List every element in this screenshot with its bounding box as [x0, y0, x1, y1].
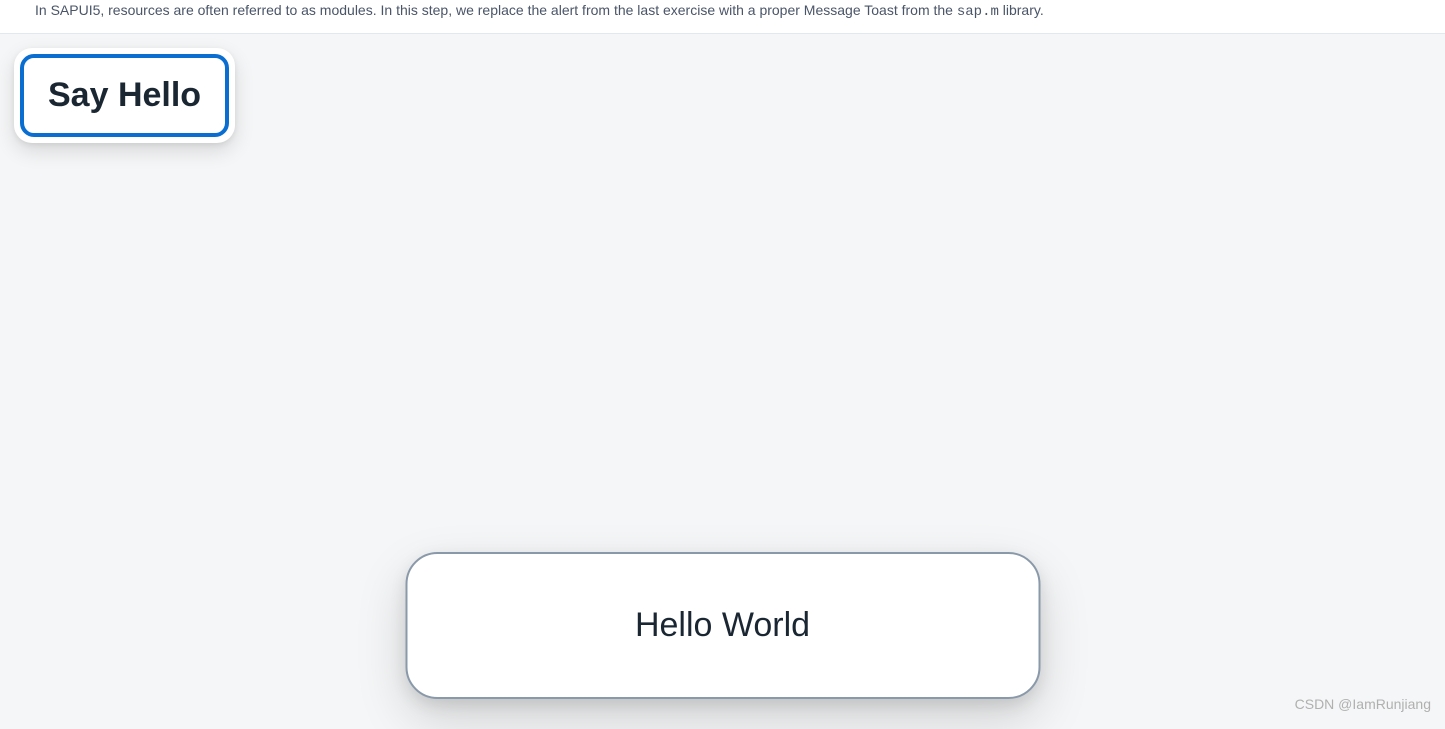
- say-hello-button[interactable]: Say Hello: [20, 54, 229, 137]
- description-suffix: library.: [999, 2, 1044, 18]
- description-code: sap.m: [957, 4, 999, 20]
- watermark: CSDN @IamRunjiang: [1295, 696, 1431, 712]
- message-toast: Hello World: [405, 552, 1040, 699]
- button-wrapper: Say Hello: [14, 48, 235, 143]
- toast-container: Hello World: [405, 552, 1040, 699]
- header-description: In SAPUI5, resources are often referred …: [0, 0, 1445, 34]
- description-prefix: In SAPUI5, resources are often referred …: [35, 2, 957, 18]
- app-area: Say Hello Hello World: [0, 34, 1445, 729]
